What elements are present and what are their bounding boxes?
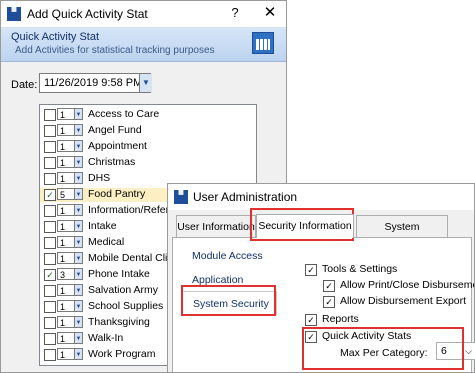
qty-spinner-icon[interactable]: ▼ [74, 236, 83, 248]
item-label: Food Pantry [88, 188, 146, 200]
highlight-system-security [181, 285, 276, 316]
checkbox-reports[interactable]: ✓ [305, 314, 317, 326]
item-checkbox[interactable] [44, 109, 56, 121]
dialog-title: Add Quick Activity Stat [27, 7, 148, 21]
app-icon: ▦ [174, 190, 188, 204]
item-label: Thanksgiving [88, 316, 150, 328]
header-band: Quick Activity Stat Add Activities for s… [1, 27, 286, 62]
checkbox-allow-print-close[interactable]: ✓ [323, 280, 335, 292]
qty-spinner-icon[interactable]: ▼ [74, 156, 83, 168]
item-label: Walk-In [88, 332, 124, 344]
list-item[interactable]: 1 ▼ Angel Fund [40, 124, 256, 138]
item-checkbox[interactable]: ✓ [44, 269, 56, 281]
dialog-title: User Administration [193, 190, 298, 204]
qty-spinner-icon[interactable]: ▼ [74, 332, 83, 344]
checkbox-tools-settings[interactable]: ✓ [305, 264, 317, 276]
qty-spinner-icon[interactable]: ▼ [74, 268, 83, 280]
item-checkbox[interactable] [44, 317, 56, 329]
item-label: Work Program [88, 348, 156, 360]
item-label: Phone Intake [88, 268, 150, 280]
header-title: Quick Activity Stat [11, 31, 100, 43]
calendar-icon [252, 32, 274, 54]
item-label: School Supplies [88, 300, 164, 312]
date-dropdown-icon[interactable]: ▼ [139, 74, 152, 92]
tab-security-information[interactable]: Security Information [256, 214, 354, 238]
item-label: Intake [88, 220, 117, 232]
item-label: Access to Care [88, 108, 160, 120]
list-item[interactable]: 1 ▼ Access to Care [40, 108, 256, 122]
item-label: DHS [88, 172, 111, 184]
date-input[interactable]: 11/26/2019 9:58 PM [39, 73, 151, 93]
qty-spinner-icon[interactable]: ▼ [74, 140, 83, 152]
item-label: Medical [88, 236, 125, 248]
app-icon: ▦ [7, 7, 21, 21]
date-label: Date: [11, 79, 38, 91]
qty-spinner-icon[interactable]: ▼ [74, 204, 83, 216]
item-checkbox[interactable] [44, 173, 56, 185]
header-subtitle: Add Activities for statistical tracking … [15, 45, 215, 56]
item-label: Christmas [88, 156, 136, 168]
qty-spinner-icon[interactable]: ▼ [74, 124, 83, 136]
item-checkbox[interactable] [44, 205, 56, 217]
help-button[interactable]: ? [224, 3, 246, 23]
checkbox-allow-disbursement-export[interactable]: ✓ [323, 296, 335, 308]
item-label: Appointment [88, 140, 147, 152]
item-label: Salvation Army [88, 284, 159, 296]
item-checkbox[interactable] [44, 333, 56, 345]
item-checkbox[interactable]: ✓ [44, 189, 56, 201]
item-checkbox[interactable] [44, 221, 56, 233]
dialog-titlebar: ▦ Add Quick Activity Stat ? ✕ [1, 1, 286, 27]
qty-spinner-icon[interactable]: ▼ [74, 108, 83, 120]
item-checkbox[interactable] [44, 301, 56, 313]
qty-spinner-icon[interactable]: ▼ [74, 300, 83, 312]
list-item[interactable]: 1 ▼ Appointment [40, 140, 256, 154]
tab-system-preferences[interactable]: System Preferences [356, 215, 448, 255]
item-checkbox[interactable] [44, 253, 56, 265]
qty-spinner-icon[interactable]: ▼ [74, 172, 83, 184]
list-item[interactable]: 1 ▼ Christmas [40, 156, 256, 170]
sidebar-item-module-access[interactable]: Module Access [181, 244, 277, 268]
tab-user-information[interactable]: User Information [176, 215, 256, 237]
item-checkbox[interactable] [44, 141, 56, 153]
qty-spinner-icon[interactable]: ▼ [74, 252, 83, 264]
qty-spinner-icon[interactable]: ▼ [74, 348, 83, 360]
highlight-quick-activity-stats [302, 327, 464, 370]
item-checkbox[interactable] [44, 125, 56, 137]
qty-spinner-icon[interactable]: ▼ [74, 316, 83, 328]
item-checkbox[interactable] [44, 285, 56, 297]
qty-spinner-icon[interactable]: ▼ [74, 284, 83, 296]
qty-spinner-icon[interactable]: ▼ [74, 188, 83, 200]
chevron-down-icon: ⌵ [465, 346, 472, 356]
close-button[interactable]: ✕ [259, 3, 281, 23]
item-checkbox[interactable] [44, 157, 56, 169]
item-label: Angel Fund [88, 124, 142, 136]
item-checkbox[interactable] [44, 237, 56, 249]
item-checkbox[interactable] [44, 349, 56, 361]
qty-spinner-icon[interactable]: ▼ [74, 220, 83, 232]
